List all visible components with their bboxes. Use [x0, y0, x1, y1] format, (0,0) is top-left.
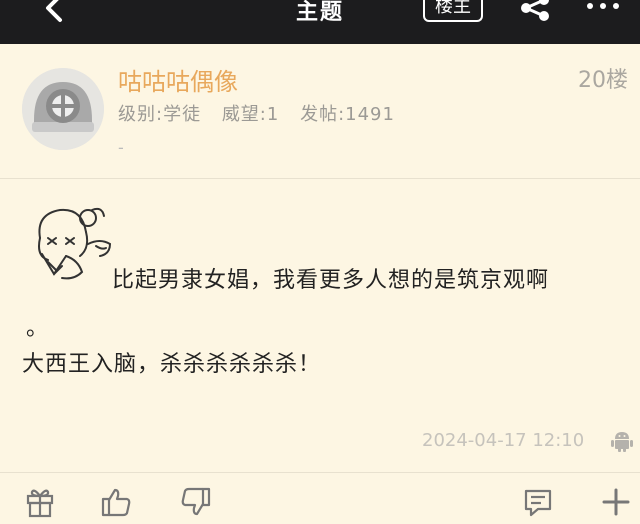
- floor-number: 20楼: [578, 68, 628, 93]
- post-body-line: 大西王入脑，杀杀杀杀杀杀！: [22, 352, 322, 377]
- top-bar: 主题 楼主: [0, 0, 640, 44]
- avatar[interactable]: [22, 68, 104, 150]
- sticker-image: [26, 204, 114, 286]
- posts-count-label: 发帖:1491: [300, 104, 395, 125]
- header-divider: [0, 178, 640, 179]
- only-op-button[interactable]: 楼主: [423, 0, 483, 22]
- post-body-line: 。: [26, 316, 49, 341]
- thumbs-down-icon[interactable]: [180, 486, 212, 518]
- gift-icon[interactable]: [24, 486, 56, 518]
- comment-icon[interactable]: [522, 486, 554, 518]
- signature: -: [118, 138, 124, 157]
- plus-icon[interactable]: [600, 486, 632, 518]
- username[interactable]: 咕咕咕偶像: [118, 62, 238, 97]
- post-body-line: 比起男隶女娼，我看更多人想的是筑京观啊: [112, 268, 550, 293]
- avatar-helmet-icon: [22, 68, 104, 150]
- post-timestamp: 2024-04-17 12:10: [422, 430, 585, 451]
- user-meta: 级别:学徒 威望:1 发帖:1491: [118, 100, 409, 126]
- prestige-label: 威望:1: [221, 104, 280, 125]
- thumbs-up-icon[interactable]: [100, 486, 132, 518]
- footer-divider: [0, 472, 640, 473]
- android-icon: [610, 430, 634, 452]
- share-icon[interactable]: [518, 0, 554, 28]
- rank-label: 级别:学徒: [118, 104, 202, 125]
- more-icon[interactable]: [584, 0, 624, 16]
